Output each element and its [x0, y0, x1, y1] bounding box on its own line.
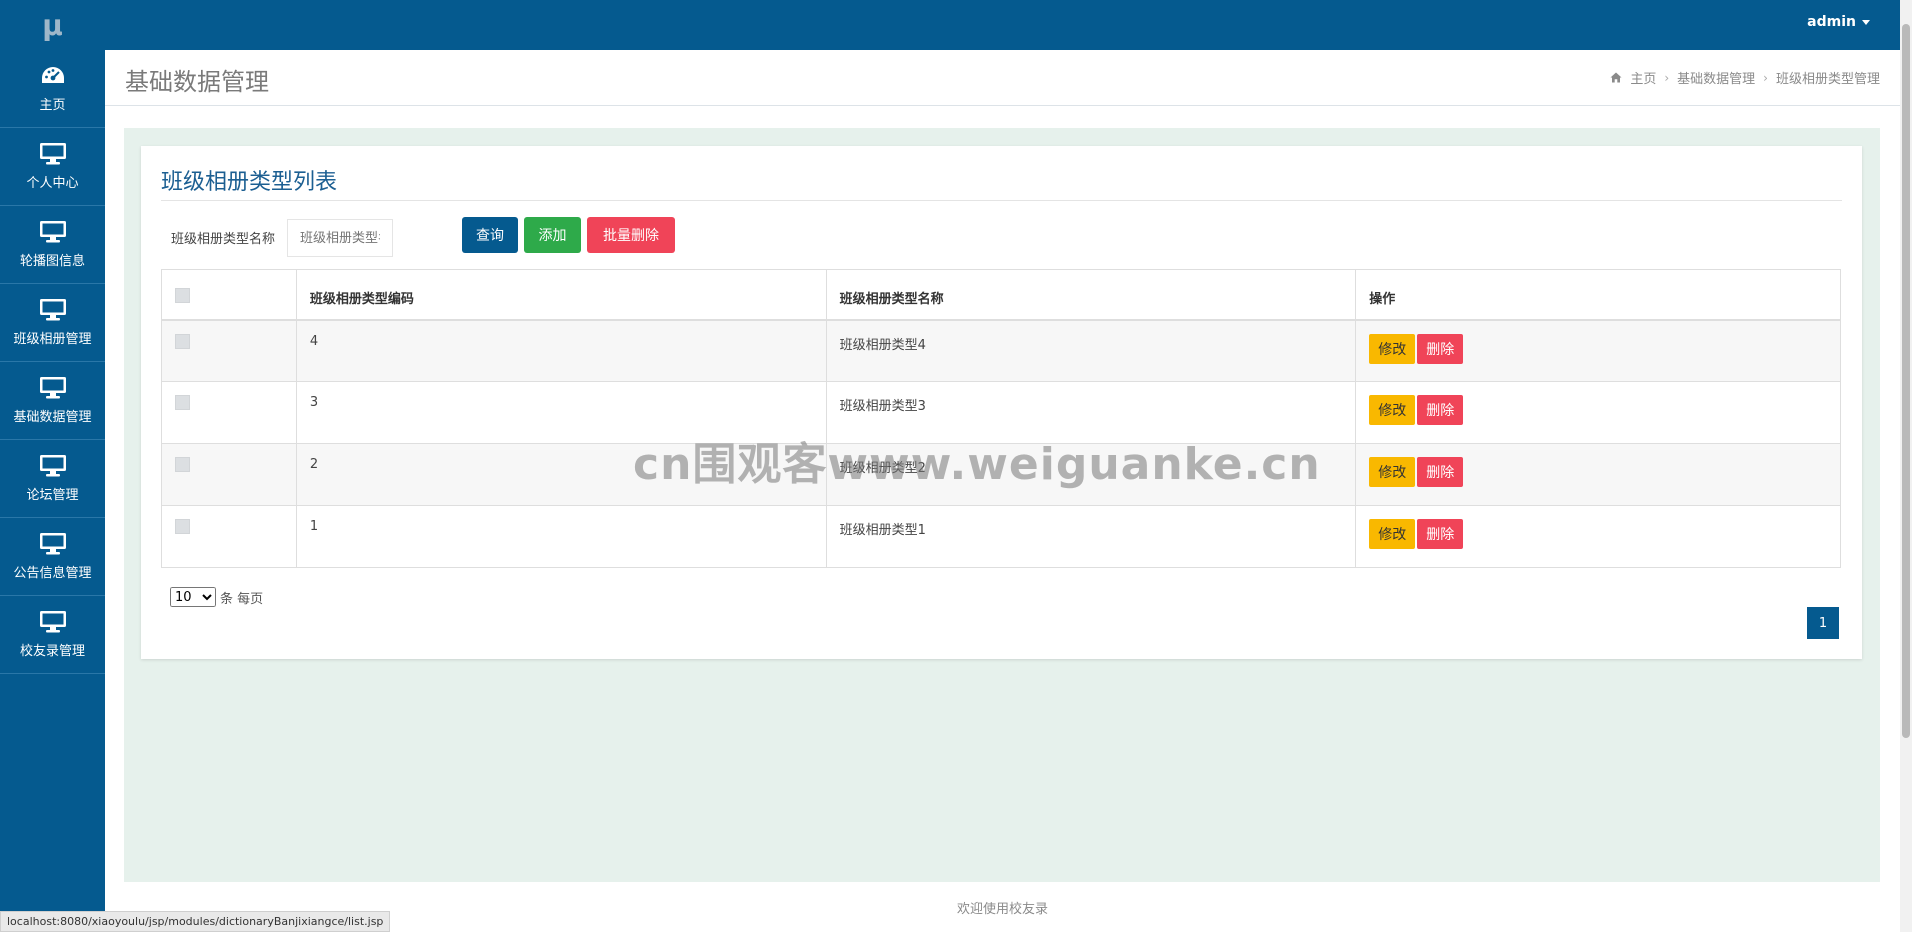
cell-actions: 修改 删除	[1355, 319, 1841, 382]
home-icon	[1610, 72, 1622, 83]
delete-button[interactable]: 删除	[1417, 519, 1464, 549]
breadcrumb-base-data[interactable]: 基础数据管理	[1677, 68, 1755, 87]
sidebar-item-label: 个人中心	[26, 176, 79, 191]
column-header-code: 班级相册类型编码	[295, 269, 827, 321]
breadcrumb: 主页 › 基础数据管理 › 班级相册类型管理	[1610, 68, 1880, 87]
sidebar-item-label: 论坛管理	[26, 488, 79, 503]
delete-button[interactable]: 删除	[1417, 457, 1464, 487]
top-navbar: μ admin	[0, 0, 1900, 50]
sidebar-item-label: 基础数据管理	[13, 410, 92, 425]
sidebar-item-label: 主页	[39, 98, 66, 113]
cell-code: 4	[295, 319, 827, 382]
per-page-label: 条 每页	[220, 591, 264, 607]
sidebar-item-home[interactable]: 主页	[0, 50, 105, 128]
sidebar-item-label: 班级相册管理	[13, 332, 92, 347]
page-header: 基础数据管理 主页 › 基础数据管理 › 班级相册类型管理	[105, 50, 1900, 106]
row-select-cell	[161, 505, 297, 568]
sidebar-item-forum[interactable]: 论坛管理	[0, 440, 105, 518]
page-size-control: 10 条 每页	[170, 587, 263, 607]
edit-button[interactable]: 修改	[1369, 395, 1416, 425]
monitor-icon	[39, 610, 67, 634]
chevron-right-icon: ›	[1664, 70, 1670, 85]
row-select-cell	[161, 319, 297, 382]
monitor-icon	[39, 220, 67, 244]
sidebar-item-label: 校友录管理	[19, 644, 85, 659]
sidebar-item-alumni[interactable]: 校友录管理	[0, 596, 105, 674]
panel-title: 班级相册类型列表	[161, 170, 338, 195]
page-scrollbar[interactable]	[1900, 0, 1912, 932]
row-checkbox[interactable]	[175, 395, 190, 410]
cell-name: 班级相册类型1	[825, 505, 1357, 568]
row-checkbox[interactable]	[175, 519, 190, 534]
delete-button[interactable]: 删除	[1417, 333, 1464, 364]
cell-code: 1	[295, 505, 827, 568]
search-input[interactable]	[287, 219, 393, 257]
breadcrumb-current: 班级相册类型管理	[1775, 72, 1880, 87]
sidebar-item-carousel[interactable]: 轮播图信息	[0, 206, 105, 284]
page-title: 基础数据管理	[125, 68, 269, 96]
monitor-icon	[39, 142, 67, 166]
cell-actions: 修改 删除	[1355, 381, 1841, 444]
delete-button[interactable]: 删除	[1417, 395, 1464, 425]
list-panel: 班级相册类型列表 班级相册类型名称 查询 添加 批量删除 班级相册类型编码 班级…	[141, 146, 1862, 659]
username: admin	[1807, 14, 1856, 30]
page-size-select[interactable]: 10	[170, 587, 216, 607]
caret-down-icon	[1862, 19, 1870, 25]
browser-status-url: localhost:8080/xiaoyoulu/jsp/modules/dic…	[0, 911, 391, 932]
sidebar: 主页 个人中心 轮播图信息 班级相册管理 基础数据管理 论坛管理 公告信息管理 …	[0, 50, 105, 932]
sidebar-item-label: 轮播图信息	[19, 254, 85, 269]
table-row: 1 班级相册类型1 修改 删除	[161, 505, 1841, 568]
select-all-cell	[161, 269, 297, 321]
sidebar-item-announcements[interactable]: 公告信息管理	[0, 518, 105, 596]
batch-delete-button[interactable]: 批量删除	[587, 217, 675, 253]
cell-actions: 修改 删除	[1355, 443, 1841, 506]
monitor-icon	[39, 454, 67, 478]
edit-button[interactable]: 修改	[1369, 519, 1416, 549]
sidebar-item-class-album[interactable]: 班级相册管理	[0, 284, 105, 362]
row-select-cell	[161, 443, 297, 506]
sidebar-item-profile[interactable]: 个人中心	[0, 128, 105, 206]
breadcrumb-home[interactable]: 主页	[1630, 68, 1656, 87]
page-button-current[interactable]: 1	[1807, 607, 1839, 639]
footer-text: 欢迎使用校友录	[956, 901, 1048, 917]
dashboard-icon	[39, 64, 67, 88]
column-header-actions: 操作	[1355, 269, 1841, 321]
select-all-checkbox[interactable]	[175, 288, 190, 303]
query-button[interactable]: 查询	[462, 217, 518, 253]
column-header-name: 班级相册类型名称	[825, 269, 1357, 321]
table-row: 4 班级相册类型4 修改 删除	[161, 319, 1841, 382]
search-label: 班级相册类型名称	[171, 232, 276, 247]
add-button[interactable]: 添加	[524, 217, 581, 253]
cell-actions: 修改 删除	[1355, 505, 1841, 568]
data-table: 班级相册类型编码 班级相册类型名称 操作 4 班级相册类型4 修改 删除 3 班…	[161, 269, 1841, 568]
row-checkbox[interactable]	[175, 457, 190, 472]
chevron-right-icon: ›	[1763, 70, 1768, 85]
monitor-icon	[39, 376, 67, 400]
monitor-icon	[39, 532, 67, 556]
row-checkbox[interactable]	[175, 333, 190, 349]
divider	[161, 200, 1842, 201]
watermark-text: cn围观客www.weiguanke.cn	[633, 439, 1321, 490]
edit-button[interactable]: 修改	[1369, 333, 1416, 364]
scrollbar-thumb[interactable]	[1902, 24, 1910, 738]
app-logo[interactable]: μ	[0, 0, 105, 50]
cell-name: 班级相册类型4	[825, 319, 1357, 382]
user-menu[interactable]: admin	[1807, 14, 1870, 30]
monitor-icon	[39, 298, 67, 322]
table-header-row: 班级相册类型编码 班级相册类型名称 操作	[161, 269, 1841, 321]
edit-button[interactable]: 修改	[1369, 457, 1416, 487]
row-select-cell	[161, 381, 297, 444]
sidebar-item-label: 公告信息管理	[13, 566, 92, 581]
sidebar-item-base-data[interactable]: 基础数据管理	[0, 362, 105, 440]
